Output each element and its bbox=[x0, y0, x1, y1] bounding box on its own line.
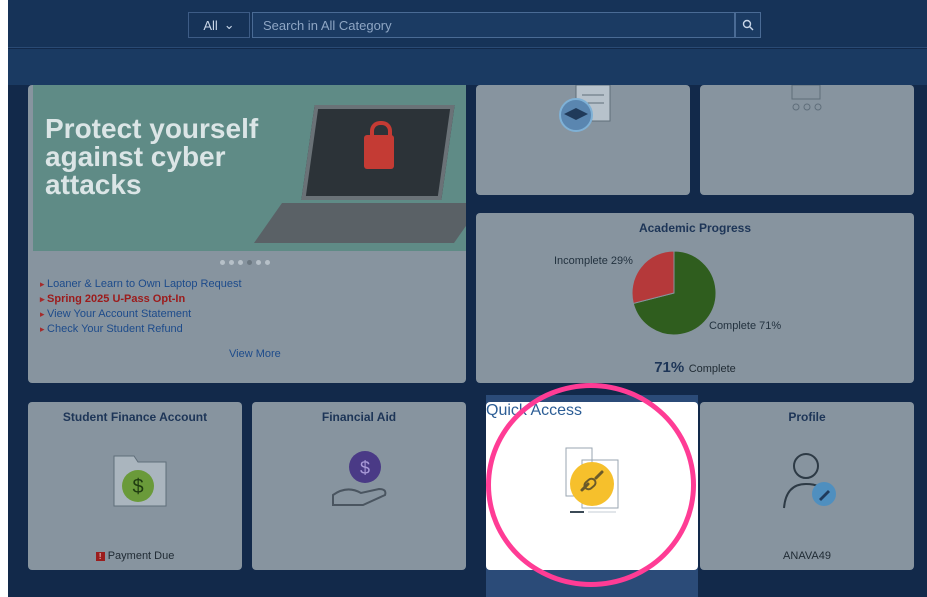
top-bar: All ⌄ Search in All Category bbox=[8, 0, 927, 48]
payment-due-status: ! Payment Due bbox=[28, 550, 242, 562]
carousel-dot[interactable] bbox=[256, 260, 261, 265]
progress-percent: 71% bbox=[654, 359, 685, 376]
app-frame: All ⌄ Search in All Category Protect you… bbox=[8, 0, 927, 597]
link-upass-opt-in[interactable]: Spring 2025 U-Pass Opt-In bbox=[40, 292, 242, 307]
progress-suffix: Complete bbox=[688, 363, 736, 375]
svg-text:$: $ bbox=[360, 458, 370, 478]
academic-records-tile[interactable] bbox=[476, 85, 690, 195]
search-input[interactable]: Search in All Category bbox=[252, 12, 735, 38]
link-account-statement[interactable]: View Your Account Statement bbox=[40, 307, 242, 322]
academic-progress-pie bbox=[631, 250, 717, 336]
hand-coin-icon: $ bbox=[332, 451, 387, 506]
academic-progress-tile[interactable]: Academic Progress Incomplete 29% Complet… bbox=[476, 213, 914, 383]
search-icon bbox=[742, 19, 754, 31]
link-laptop-request[interactable]: Loaner & Learn to Own Laptop Request bbox=[40, 277, 241, 292]
profile-tile[interactable]: Profile ANAVA49 bbox=[700, 402, 914, 570]
profile-title: Profile bbox=[788, 410, 826, 424]
incomplete-label: Incomplete 29% bbox=[554, 255, 633, 267]
laptop-base-illustration bbox=[253, 203, 466, 243]
quick-access-title: Quick Access bbox=[486, 402, 583, 419]
payment-due-text: Payment Due bbox=[107, 550, 175, 562]
carousel-dot[interactable] bbox=[265, 260, 270, 265]
advising-tile[interactable] bbox=[700, 85, 914, 195]
carousel-dot[interactable] bbox=[238, 260, 243, 265]
dollar-folder-icon: $ bbox=[113, 455, 167, 507]
banner-headline: Protect yourself against cyber attacks bbox=[45, 113, 259, 200]
link-student-refund[interactable]: Check Your Student Refund bbox=[40, 322, 242, 337]
cyber-banner[interactable]: Protect yourself against cyber attacks bbox=[33, 85, 466, 251]
lock-icon bbox=[364, 121, 394, 169]
view-more-link[interactable]: View More bbox=[229, 348, 281, 360]
carousel-dot-active[interactable] bbox=[247, 260, 252, 265]
progress-summary: 71% Complete bbox=[476, 359, 914, 377]
nav-band bbox=[8, 49, 927, 85]
graduation-document-icon bbox=[559, 85, 611, 132]
search-scope-label: All bbox=[203, 17, 218, 33]
profile-username: ANAVA49 bbox=[783, 550, 831, 562]
alert-icon: ! bbox=[95, 551, 105, 561]
search-scope-dropdown[interactable]: All ⌄ bbox=[188, 12, 250, 38]
svg-text:$: $ bbox=[132, 476, 143, 498]
people-icon bbox=[791, 85, 822, 111]
student-finance-title: Student Finance Account bbox=[62, 410, 208, 424]
financial-aid-tile[interactable]: Financial Aid $ bbox=[252, 402, 466, 570]
financial-aid-title: Financial Aid bbox=[321, 410, 397, 424]
carousel-dot[interactable] bbox=[229, 260, 234, 265]
student-finance-tile[interactable]: Student Finance Account $ ! Payment Due bbox=[28, 402, 242, 570]
link-icon bbox=[565, 447, 619, 513]
carousel-dot[interactable] bbox=[220, 260, 225, 265]
carousel-dots[interactable] bbox=[220, 260, 270, 265]
search-placeholder: Search in All Category bbox=[263, 17, 392, 33]
academic-progress-title: Academic Progress bbox=[638, 221, 752, 235]
chevron-down-icon: ⌄ bbox=[223, 17, 235, 32]
search-button[interactable] bbox=[735, 12, 761, 38]
quick-links-list: Loaner & Learn to Own Laptop Request Spr… bbox=[40, 277, 242, 337]
quick-access-tile[interactable]: Quick Access bbox=[486, 402, 698, 570]
user-edit-icon bbox=[783, 453, 836, 509]
complete-label: Complete 71% bbox=[709, 320, 782, 332]
